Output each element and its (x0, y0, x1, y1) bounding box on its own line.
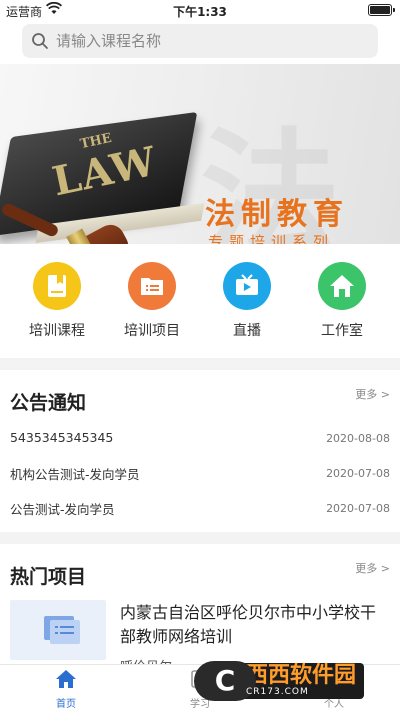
menu-training-courses[interactable]: 培训课程 (17, 262, 97, 340)
menu-label: 培训项目 (124, 323, 180, 339)
notice-section: 公告通知 更多 > 5435345345345 2020-08-08 机构公告测… (0, 370, 400, 532)
notice-title: 公告测试-发向学员 (10, 502, 115, 517)
search-box[interactable] (22, 24, 378, 58)
section-title: 热门项目 (10, 566, 87, 588)
battery-tip (393, 8, 395, 12)
banner-carousel[interactable]: 法 THE LAW 法制教育 专题培训系列 (0, 64, 400, 244)
notice-title: 机构公告测试-发向学员 (10, 467, 140, 482)
notices-more-link[interactable]: 更多 > (355, 386, 390, 402)
notice-date: 2020-07-08 (326, 502, 390, 515)
section-title: 公告通知 (10, 392, 87, 414)
menu-label: 直播 (233, 323, 261, 339)
quick-menu: 培训课程 培训项目 直播 工作室 (0, 244, 400, 358)
home-icon (55, 670, 77, 692)
banner-subtitle: 专题培训系列 (208, 233, 335, 244)
folder-list-icon (128, 262, 176, 310)
tv-play-icon (223, 262, 271, 310)
watermark-domain: CR173.COM (246, 687, 309, 697)
tab-home[interactable]: 首页 (26, 669, 106, 710)
status-bar: 运营商 下午1:33 (0, 0, 400, 20)
home-icon (318, 262, 366, 310)
notice-date: 2020-08-08 (326, 432, 390, 445)
project-title[interactable]: 内蒙古自治区呼伦贝尔市中小学校干部教师网络培训 (120, 601, 390, 649)
tab-label: 首页 (56, 699, 76, 710)
hot-projects-section: 热门项目 更多 > 内蒙古自治区呼伦贝尔市中小学校干部教师网络培训 呼伦贝尔 (0, 544, 400, 675)
projects-more-link[interactable]: 更多 > (355, 560, 390, 576)
search-icon (31, 32, 49, 54)
menu-live[interactable]: 直播 (207, 262, 287, 340)
clock: 下午1:33 (173, 5, 227, 19)
site-watermark-logo: 西西软件园 C CR173.COM (194, 661, 380, 703)
search-bar-container (0, 20, 400, 64)
menu-studio[interactable]: 工作室 (302, 262, 382, 340)
battery-icon (368, 4, 392, 16)
menu-label: 工作室 (321, 323, 363, 339)
bookmark-book-icon (33, 262, 81, 310)
notice-title: 5435345345345 (10, 430, 114, 445)
menu-training-projects[interactable]: 培训项目 (112, 262, 192, 340)
search-input[interactable] (56, 29, 356, 53)
notice-date: 2020-07-08 (326, 467, 390, 480)
banner-title: 法制教育 (205, 197, 349, 232)
project-thumbnail[interactable] (10, 600, 106, 660)
menu-label: 培训课程 (29, 323, 85, 339)
